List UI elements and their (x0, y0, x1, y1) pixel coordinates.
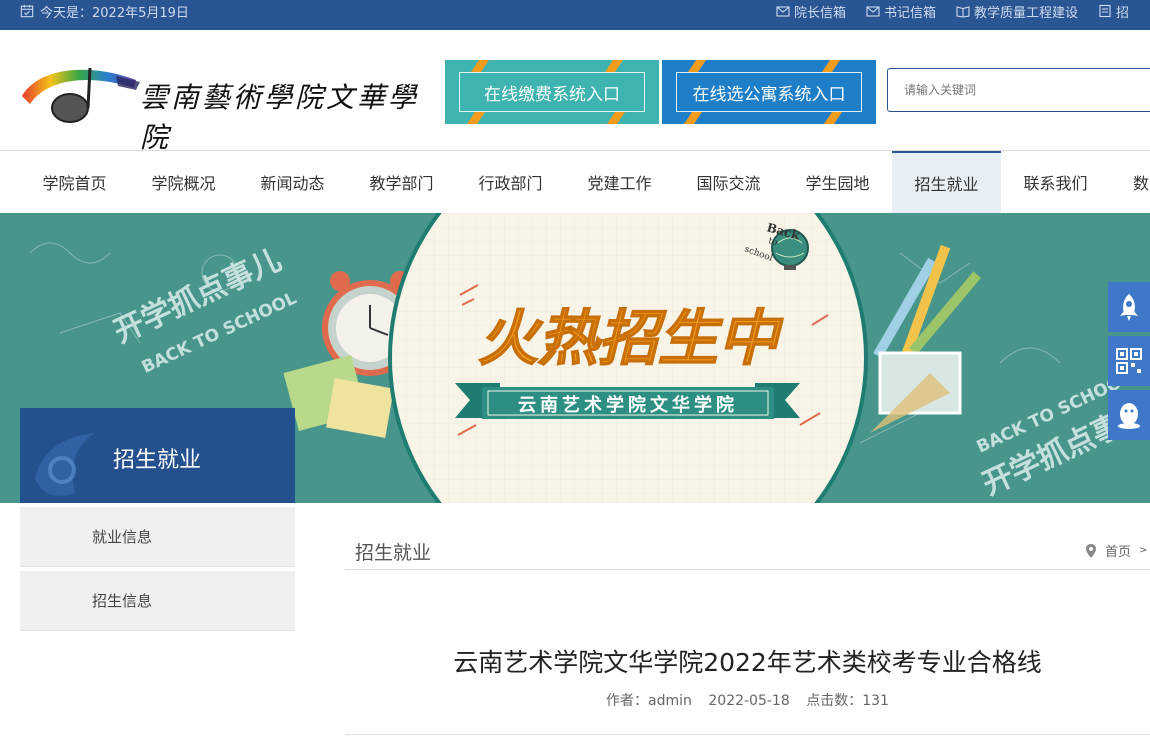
top-link-label: 院长信箱 (794, 5, 847, 21)
sidebar-item-admissions[interactable]: 招生信息 (20, 571, 295, 631)
article-date: 2022-05-18 (708, 693, 790, 709)
main-nav: 学院首页 学院概况 新闻动态 教学部门 行政部门 党建工作 国际交流 学生园地 … (0, 150, 1150, 213)
nav-item-home[interactable]: 学院首页 (20, 151, 129, 213)
entry-label: 在线缴费系统入口 (484, 84, 620, 105)
qrcode-icon (1116, 348, 1142, 374)
search-box (887, 68, 1150, 112)
school-name: 雲南藝術學院文華學院 (140, 81, 420, 154)
calendar-icon (20, 4, 34, 18)
mail-icon (866, 6, 880, 17)
content-header: 招生就业 首页 > (345, 530, 1150, 570)
date-display: 今天是：2022年5月19日 (20, 0, 189, 22)
site-header: 雲南藝術學院文華學院 在线缴费系统入口 在线选公寓系统入口 (0, 30, 1150, 154)
nav-item-admissions[interactable]: 招生就业 (892, 151, 1001, 213)
book-icon (956, 6, 970, 18)
nav-item-students[interactable]: 学生园地 (783, 151, 892, 213)
nav-item-party[interactable]: 党建工作 (565, 151, 674, 213)
recruitment-top-link[interactable]: 招 (1098, 2, 1129, 21)
qq-penguin-icon (1118, 403, 1140, 429)
secretary-mailbox-link[interactable]: 书记信箱 (866, 2, 936, 21)
date-text: 今天是：2022年5月19日 (40, 5, 189, 21)
document-icon (1099, 4, 1111, 18)
search-input[interactable] (888, 69, 1150, 111)
president-mailbox-link[interactable]: 院长信箱 (776, 2, 846, 21)
banner-headline: 火热招生中 (478, 304, 784, 374)
top-link-label: 教学质量工程建设 (974, 5, 1079, 21)
mail-icon (776, 6, 790, 17)
qrcode-float-button[interactable] (1108, 336, 1150, 386)
section-label: 招生就业 (113, 448, 202, 473)
breadcrumb-separator: > (1139, 545, 1148, 556)
school-logo[interactable]: 雲南藝術學院文華學院 (18, 58, 438, 154)
top-bar: 今天是：2022年5月19日 院长信箱 书记信箱 教学质量工程建设 招 (0, 0, 1150, 30)
top-links: 院长信箱 书记信箱 教学质量工程建设 招 (776, 0, 1149, 22)
entry-label: 在线选公寓系统入口 (692, 84, 846, 105)
content-divider (345, 734, 1150, 735)
online-apartment-entry-button[interactable]: 在线选公寓系统入口 (662, 60, 876, 124)
teaching-quality-link[interactable]: 教学质量工程建设 (956, 2, 1078, 21)
top-link-label: 招 (1116, 5, 1130, 21)
rocket-float-button[interactable] (1108, 282, 1150, 332)
breadcrumb-home-link[interactable]: 首页 (1105, 541, 1131, 560)
online-payment-entry-button[interactable]: 在线缴费系统入口 (445, 60, 659, 124)
section-decoration-icon (35, 433, 95, 496)
sidebar-item-employment[interactable]: 就业信息 (20, 507, 295, 567)
nav-item-overview[interactable]: 学院概况 (129, 151, 238, 213)
content-section-title: 招生就业 (355, 542, 432, 564)
qq-float-button[interactable] (1108, 390, 1150, 440)
article-author: 作者：admin (606, 693, 692, 709)
nav-item-news[interactable]: 新闻动态 (238, 151, 347, 213)
nav-item-contact[interactable]: 联系我们 (1001, 151, 1110, 213)
banner-ribbon-text: 云南艺术学院文华学院 (518, 394, 738, 416)
section-label-box: 招生就业 (20, 408, 295, 503)
logo-emblem-icon (22, 67, 140, 123)
article-meta: 作者：admin 2022-05-18 点击数：131 (345, 690, 1150, 710)
nav-item-international[interactable]: 国际交流 (674, 151, 783, 213)
location-pin-icon (1086, 543, 1096, 558)
article-title: 云南艺术学院文华学院2022年艺术类校考专业合格线 (453, 648, 1042, 677)
article-views: 点击数：131 (806, 693, 889, 709)
rocket-icon (1120, 294, 1138, 321)
nav-item-admin-depts[interactable]: 行政部门 (456, 151, 565, 213)
nav-item-teaching-depts[interactable]: 教学部门 (347, 151, 456, 213)
top-link-label: 书记信箱 (884, 5, 937, 21)
breadcrumb: 首页 > (1085, 541, 1147, 560)
nav-item-more[interactable]: 数 (1110, 151, 1150, 213)
